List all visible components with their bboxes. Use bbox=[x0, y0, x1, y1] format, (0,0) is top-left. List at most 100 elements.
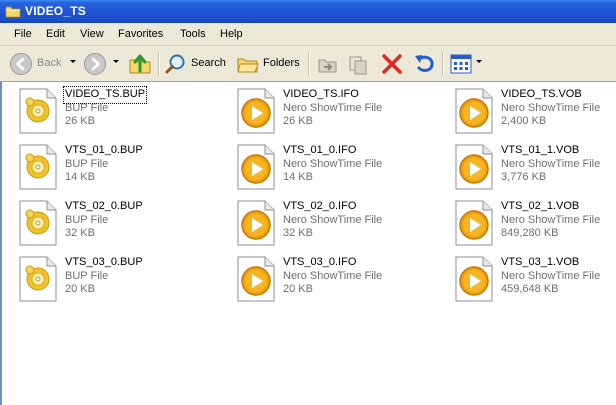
file-item[interactable]: VTS_01_1.VOB Nero ShowTime File 3,776 KB bbox=[454, 144, 616, 194]
bup-file-icon bbox=[19, 200, 57, 246]
file-type: Nero ShowTime File bbox=[283, 213, 383, 226]
file-label: VTS_01_0.IFO Nero ShowTime File 14 KB bbox=[283, 144, 382, 185]
copy-to-button[interactable] bbox=[344, 46, 372, 81]
menu-view[interactable]: View bbox=[80, 28, 104, 40]
file-name: VTS_02_0.IFO bbox=[283, 200, 357, 212]
file-item[interactable]: VTS_03_0.IFO Nero ShowTime File 20 KB bbox=[236, 256, 436, 306]
file-label: VIDEO_TS.IFO Nero ShowTime File 26 KB bbox=[283, 88, 382, 129]
undo-button[interactable] bbox=[410, 46, 438, 81]
file-name: VTS_01_0.BUP bbox=[65, 144, 143, 156]
file-type: BUP File bbox=[65, 101, 109, 114]
back-dropdown-icon[interactable] bbox=[70, 60, 76, 63]
up-folder-icon bbox=[129, 54, 151, 74]
nero-showtime-icon bbox=[455, 144, 493, 190]
menu-bar: File Edit View Favorites Tools Help bbox=[0, 23, 616, 46]
file-name: VTS_01_1.VOB bbox=[501, 144, 580, 156]
nero-showtime-icon bbox=[237, 200, 275, 246]
forward-button[interactable] bbox=[80, 46, 122, 81]
file-label: VTS_01_0.BUP BUP File 14 KB bbox=[65, 144, 143, 185]
delete-button[interactable] bbox=[378, 46, 406, 81]
nero-showtime-icon bbox=[237, 144, 275, 190]
menu-help[interactable]: Help bbox=[220, 28, 243, 40]
folder-icon bbox=[5, 6, 21, 18]
title-bar[interactable]: VIDEO_TS bbox=[0, 0, 616, 23]
file-item[interactable]: VTS_02_0.BUP BUP File 32 KB bbox=[18, 200, 218, 250]
file-type: BUP File bbox=[65, 213, 109, 226]
file-type: Nero ShowTime File bbox=[283, 101, 383, 114]
file-label: VTS_02_0.BUP BUP File 32 KB bbox=[65, 200, 143, 241]
file-size: 32 KB bbox=[283, 227, 313, 239]
forward-arrow-icon bbox=[84, 53, 106, 75]
file-label: VIDEO_TS.VOB Nero ShowTime File 2,400 KB bbox=[501, 88, 600, 129]
back-label: Back bbox=[37, 57, 62, 69]
file-name: VTS_02_0.BUP bbox=[65, 200, 143, 212]
file-item[interactable]: VIDEO_TS.VOB Nero ShowTime File 2,400 KB bbox=[454, 88, 616, 138]
views-icon bbox=[450, 54, 472, 74]
file-label: VIDEO_TS.BUP BUP File 26 KB bbox=[62, 86, 148, 129]
file-size: 20 KB bbox=[283, 283, 313, 295]
back-arrow-icon bbox=[10, 53, 32, 75]
search-button[interactable]: Search bbox=[162, 46, 230, 81]
file-list: VIDEO_TS.BUP BUP File 26 KB VIDEO_TS.IFO Ne… bbox=[0, 82, 616, 405]
nero-showtime-icon bbox=[237, 88, 275, 134]
file-type: BUP File bbox=[65, 157, 109, 170]
file-item[interactable]: VTS_02_1.VOB Nero ShowTime File 849,280 KB bbox=[454, 200, 616, 250]
bup-file-icon bbox=[19, 144, 57, 190]
nero-showtime-icon bbox=[237, 256, 275, 302]
back-button[interactable]: Back bbox=[4, 46, 82, 81]
menu-favorites[interactable]: Favorites bbox=[118, 28, 163, 40]
nero-showtime-icon bbox=[455, 88, 493, 134]
left-border bbox=[0, 82, 2, 405]
file-label: VTS_02_0.IFO Nero ShowTime File 32 KB bbox=[283, 200, 382, 241]
menu-tools[interactable]: Tools bbox=[180, 28, 206, 40]
move-to-icon bbox=[318, 59, 337, 73]
file-item[interactable]: VTS_01_0.IFO Nero ShowTime File 14 KB bbox=[236, 144, 436, 194]
menu-file[interactable]: File bbox=[14, 28, 32, 40]
file-item[interactable]: VIDEO_TS.BUP BUP File 26 KB bbox=[18, 86, 218, 138]
toolbar-separator bbox=[308, 52, 310, 76]
file-name: VTS_02_1.VOB bbox=[501, 200, 580, 212]
file-name: VIDEO_TS.VOB bbox=[501, 88, 582, 100]
file-label: VTS_03_0.IFO Nero ShowTime File 20 KB bbox=[283, 256, 382, 297]
file-item[interactable]: VIDEO_TS.IFO Nero ShowTime File 26 KB bbox=[236, 88, 436, 138]
toolbar-separator bbox=[158, 52, 160, 76]
folders-icon bbox=[237, 58, 259, 73]
file-size: 3,776 KB bbox=[501, 171, 547, 183]
nero-showtime-icon bbox=[455, 200, 493, 246]
file-size: 14 KB bbox=[65, 171, 95, 183]
file-type: Nero ShowTime File bbox=[283, 157, 383, 170]
search-icon bbox=[165, 54, 185, 74]
search-label: Search bbox=[191, 57, 226, 69]
folders-button[interactable]: Folders bbox=[234, 46, 304, 81]
copy-to-icon bbox=[349, 56, 367, 75]
file-item[interactable]: VTS_02_0.IFO Nero ShowTime File 32 KB bbox=[236, 200, 436, 250]
file-size: 849,280 KB bbox=[501, 227, 559, 239]
file-size: 459,648 KB bbox=[501, 283, 559, 295]
forward-dropdown-icon[interactable] bbox=[113, 60, 119, 63]
file-name: VTS_03_0.IFO bbox=[283, 256, 357, 268]
up-folder-button[interactable] bbox=[126, 46, 154, 81]
file-item[interactable]: VTS_03_1.VOB Nero ShowTime File 459,648 KB bbox=[454, 256, 616, 306]
delete-x-icon bbox=[382, 54, 402, 74]
file-item[interactable]: VTS_03_0.BUP BUP File 20 KB bbox=[18, 256, 218, 306]
views-button[interactable] bbox=[448, 46, 484, 81]
file-name: VTS_03_0.BUP bbox=[65, 256, 143, 268]
views-dropdown-icon[interactable] bbox=[476, 60, 482, 63]
file-size: 26 KB bbox=[65, 115, 95, 127]
file-type: Nero ShowTime File bbox=[501, 101, 601, 114]
menu-edit[interactable]: Edit bbox=[46, 28, 65, 40]
bup-file-icon bbox=[19, 88, 57, 134]
file-name: VIDEO_TS.BUP bbox=[62, 86, 148, 104]
file-item[interactable]: VTS_01_0.BUP BUP File 14 KB bbox=[18, 144, 218, 194]
file-size: 2,400 KB bbox=[501, 115, 547, 127]
file-name: VIDEO_TS.IFO bbox=[283, 88, 359, 100]
move-to-button[interactable] bbox=[314, 46, 342, 81]
nero-showtime-icon bbox=[455, 256, 493, 302]
file-size: 20 KB bbox=[65, 283, 95, 295]
window-title: VIDEO_TS bbox=[25, 4, 86, 18]
toolbar-separator bbox=[442, 52, 444, 76]
file-label: VTS_03_0.BUP BUP File 20 KB bbox=[65, 256, 143, 297]
file-size: 14 KB bbox=[283, 171, 313, 183]
file-label: VTS_01_1.VOB Nero ShowTime File 3,776 KB bbox=[501, 144, 600, 185]
file-name: VTS_01_0.IFO bbox=[283, 144, 357, 156]
